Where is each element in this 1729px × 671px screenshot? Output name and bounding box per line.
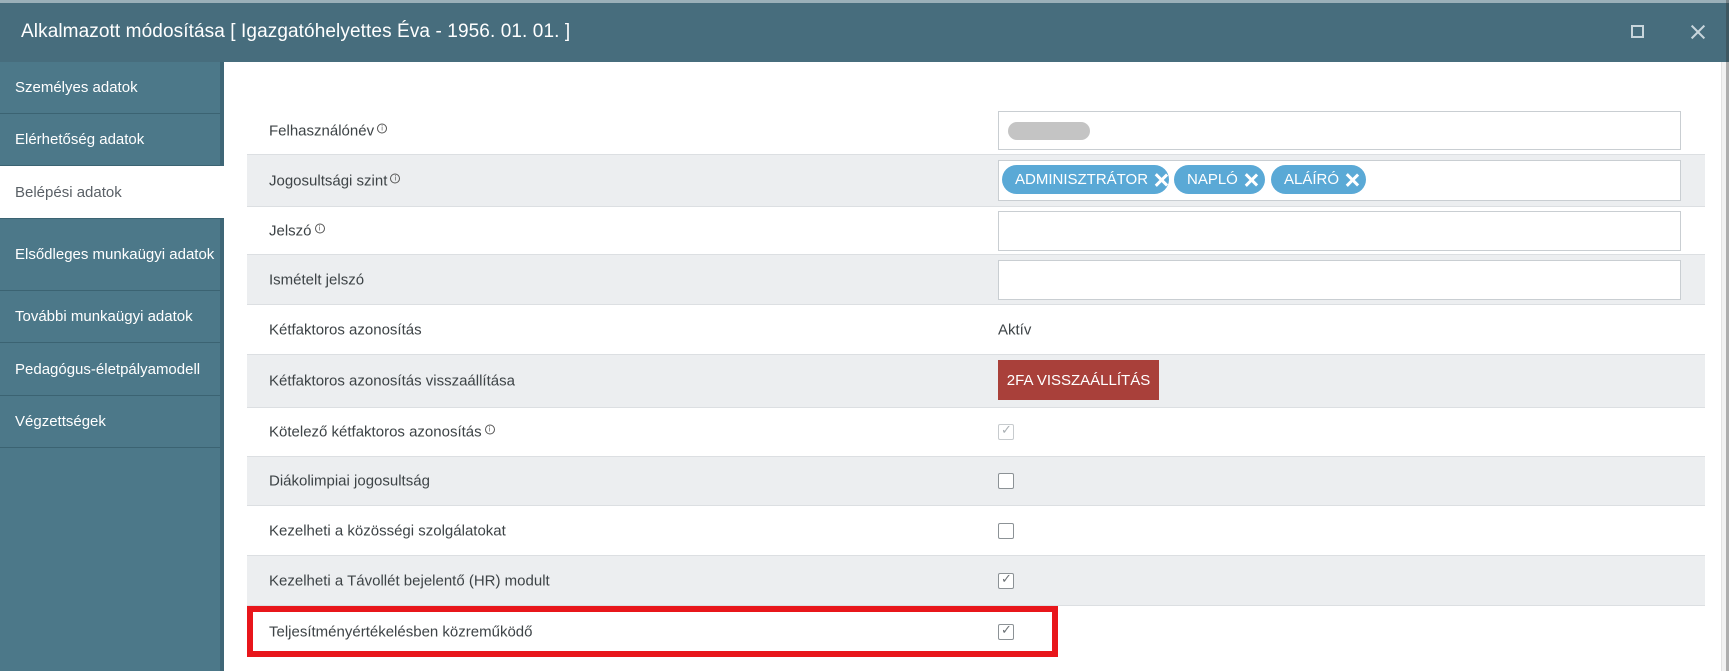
two-factor-label: Kétfaktoros azonosítás bbox=[269, 321, 422, 338]
checkmark-icon: ✓ bbox=[1001, 571, 1012, 587]
two-factor-reset-label: Kétfaktoros azonosítás visszaállítása bbox=[269, 372, 515, 390]
highlight-box bbox=[247, 606, 1058, 657]
username-label: Felhasználónév i bbox=[269, 122, 388, 139]
sidebar-item-szemelyes-adatok[interactable]: Személyes adatok bbox=[0, 62, 220, 114]
close-icon[interactable] bbox=[1686, 20, 1710, 44]
password-label: Jelszó i bbox=[269, 222, 325, 239]
2fa-reset-button[interactable]: 2FA VISSZAÁLLÍTÁS bbox=[998, 360, 1159, 400]
sidebar-item-belepesi-adatok[interactable]: Belépési adatok bbox=[0, 166, 224, 219]
info-icon[interactable]: i bbox=[484, 424, 495, 435]
absence-module-checkbox[interactable]: ✓ bbox=[998, 571, 1014, 589]
username-label-text: Felhasználónév bbox=[269, 122, 375, 139]
row-mandatory-two-factor: Kötelező kétfaktoros azonosítás i ✓ bbox=[247, 408, 1705, 457]
close-icon[interactable] bbox=[1244, 173, 1258, 187]
tag-label: NAPLÓ bbox=[1187, 171, 1238, 188]
sidebar-item-tovabbi-munkaugyi-adatok[interactable]: További munkaügyi adatok bbox=[0, 291, 220, 343]
tag-alairo: ALÁÍRÓ bbox=[1271, 165, 1366, 194]
permission-level-label-text: Jogosultsági szint bbox=[269, 172, 388, 189]
window-titlebar: Alkalmazott módosítása [ Igazgatóhelyett… bbox=[0, 0, 1729, 62]
sidebar-item-pedagogus-eletpalyamodell[interactable]: Pedagógus-életpályamodell bbox=[0, 343, 220, 396]
row-student-olympics: Diákolimpiai jogosultság bbox=[247, 457, 1705, 506]
maximize-icon-square bbox=[1631, 25, 1644, 38]
sidebar-item-vegzettsegek[interactable]: Végzettségek bbox=[0, 396, 220, 448]
maximize-icon[interactable] bbox=[1626, 20, 1650, 44]
tag-label: ALÁÍRÓ bbox=[1284, 171, 1340, 188]
two-factor-status: Aktív bbox=[998, 321, 1032, 338]
password-field[interactable] bbox=[998, 211, 1681, 251]
password-repeat-label: Ismételt jelszó bbox=[269, 271, 365, 288]
sidebar-item-elsodleges-munkaugyi-adatok[interactable]: Elsődleges munkaügyi adatok bbox=[0, 219, 220, 291]
row-two-factor-reset: Kétfaktoros azonosítás visszaállítása 2F… bbox=[247, 355, 1705, 408]
close-icon[interactable] bbox=[1345, 173, 1359, 187]
info-icon[interactable]: i bbox=[314, 223, 325, 233]
titlebar-top-line bbox=[0, 0, 1729, 3]
mandatory-two-factor-checkbox: ✓ bbox=[998, 423, 1014, 440]
username-redacted-value bbox=[1008, 122, 1090, 140]
info-icon[interactable]: i bbox=[390, 173, 401, 183]
student-olympics-label: Diákolimpiai jogosultság bbox=[269, 472, 430, 490]
info-icon[interactable]: i bbox=[377, 123, 388, 133]
window-title: Alkalmazott módosítása [ Igazgatóhelyett… bbox=[21, 21, 571, 42]
row-password: Jelszó i bbox=[247, 207, 1705, 255]
permission-level-multiselect[interactable]: ADMINISZTRÁTOR NAPLÓ ALÁÍRÓ bbox=[998, 160, 1681, 201]
mandatory-two-factor-label: Kötelező kétfaktoros azonosítás i bbox=[269, 424, 495, 441]
student-olympics-checkbox[interactable] bbox=[998, 473, 1014, 489]
row-permission-level: Jogosultsági szint i ADMINISZTRÁTOR NAPLÓ… bbox=[247, 155, 1705, 207]
tag-naplo: NAPLÓ bbox=[1174, 165, 1265, 194]
community-service-checkbox[interactable] bbox=[998, 522, 1014, 539]
tag-adminisztrator: ADMINISZTRÁTOR bbox=[1002, 165, 1169, 194]
row-community-service: Kezelheti a közösségi szolgálatokat bbox=[247, 506, 1705, 556]
community-service-label: Kezelheti a közösségi szolgálatokat bbox=[269, 522, 506, 539]
checkmark-icon: ✓ bbox=[1001, 423, 1012, 438]
close-icon[interactable] bbox=[1154, 173, 1168, 187]
permission-level-label: Jogosultsági szint i bbox=[269, 172, 401, 189]
row-two-factor: Kétfaktoros azonosítás Aktív bbox=[247, 305, 1705, 355]
tag-label: ADMINISZTRÁTOR bbox=[1015, 171, 1149, 188]
password-repeat-field[interactable] bbox=[998, 260, 1681, 300]
row-username: Felhasználónév i bbox=[247, 107, 1705, 155]
mandatory-two-factor-label-text: Kötelező kétfaktoros azonosítás bbox=[269, 423, 482, 441]
username-field[interactable] bbox=[998, 111, 1681, 150]
row-absence-module: Kezelheti a Távollét bejelentő (HR) modu… bbox=[247, 556, 1705, 606]
row-password-repeat: Ismételt jelszó bbox=[247, 255, 1705, 305]
absence-module-label: Kezelheti a Távollét bejelentő (HR) modu… bbox=[269, 572, 550, 589]
password-label-text: Jelszó bbox=[269, 222, 312, 239]
sidebar-item-elerhetoseg-adatok[interactable]: Elérhetőség adatok bbox=[0, 114, 220, 166]
